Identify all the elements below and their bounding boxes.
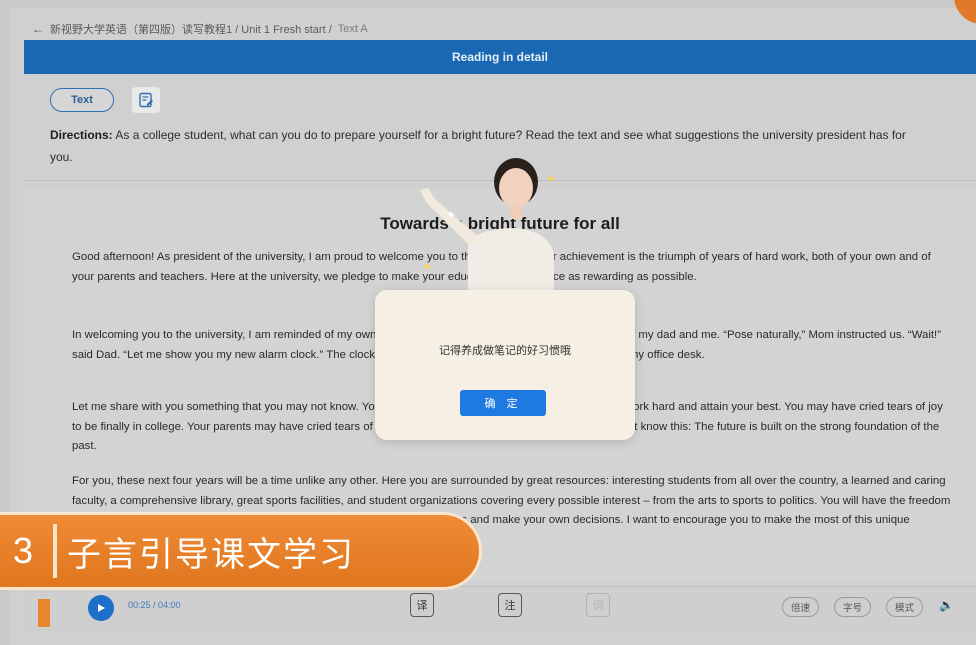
reminder-dialog: 记得养成做笔记的好习惯哦 确 定 (375, 290, 635, 440)
mode-button[interactable]: 模式 (886, 597, 924, 617)
play-icon (98, 604, 105, 612)
breadcrumb: ← 新视野大学英语（第四版）读写教程1 / Unit 1 Fresh start… (32, 20, 368, 38)
lesson-caption: 3 子言引导课文学习 (0, 512, 482, 590)
audio-time: 00:25 / 04:00 (128, 600, 181, 610)
avatar-illustration (420, 158, 554, 300)
avatar-guide: ✦ ✦ ✦ (398, 150, 568, 300)
confirm-button[interactable]: 确 定 (460, 390, 546, 416)
font-size-button[interactable]: 字号 (834, 597, 872, 617)
section-title: Reading in detail (451, 50, 548, 64)
side-tab[interactable] (38, 599, 50, 627)
caption-text: 子言引导课文学习 (67, 535, 355, 574)
play-button[interactable] (88, 595, 114, 621)
text-tab-button[interactable]: Text (50, 88, 114, 112)
dialog-message: 记得养成做笔记的好习惯哦 (439, 345, 571, 357)
annotate-button[interactable]: 注 (498, 593, 522, 617)
sparkle-icon: ✦ (446, 208, 457, 222)
directions-label: Directions: (50, 128, 113, 142)
corner-badge (954, 0, 976, 24)
section-header: Reading in detail (24, 40, 976, 74)
caption-number: 3 (12, 530, 34, 571)
breadcrumb-path[interactable]: 新视野大学英语（第四版）读写教程1 / Unit 1 Fresh start / (50, 21, 332, 37)
speaker-icon[interactable]: 🔈 (939, 598, 954, 612)
notes-button[interactable] (132, 87, 160, 113)
vocabulary-button[interactable]: 词 (586, 593, 610, 617)
audio-player: 00:25 / 04:00 译 注 词 倍速 字号 模式 🔈 (24, 586, 976, 630)
app-frame: ← 新视野大学英语（第四版）读写教程1 / Unit 1 Fresh start… (0, 0, 976, 645)
sparkle-icon: ✦ (422, 260, 433, 274)
arrow-left-icon[interactable]: ← (32, 22, 44, 36)
translate-button[interactable]: 译 (410, 593, 434, 617)
sparkle-icon: ✦ (546, 172, 557, 186)
caption-separator (53, 524, 57, 578)
notes-icon (139, 92, 153, 108)
breadcrumb-current: Text A (337, 23, 368, 35)
speed-button[interactable]: 倍速 (782, 597, 820, 617)
